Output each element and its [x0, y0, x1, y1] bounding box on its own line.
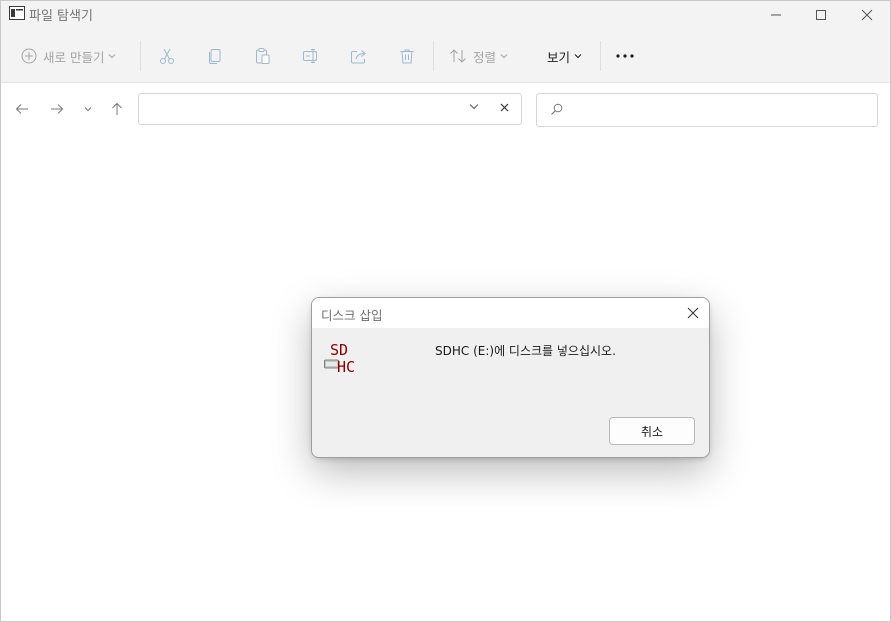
more-options-button[interactable] — [615, 43, 635, 69]
arrow-up-icon — [112, 102, 122, 115]
minimize-button[interactable] — [753, 1, 799, 29]
plus-circle-icon — [21, 48, 37, 64]
up-button[interactable] — [107, 100, 127, 118]
close-icon[interactable] — [686, 306, 700, 320]
maximize-icon — [816, 10, 826, 20]
rename-icon — [303, 49, 317, 63]
sort-icon — [450, 49, 466, 63]
command-bar: 새로 만들기 정렬 보기 — [1, 29, 890, 83]
arrow-right-icon — [51, 104, 64, 114]
dialog-message: SDHC (E:)에 디스크를 넣으십시오. — [435, 344, 616, 358]
insert-disk-dialog: 디스크 삽입 SD HC SDHC (E:)에 디스크를 넣으십시오. 취소 — [311, 297, 710, 458]
share-button[interactable] — [350, 43, 368, 69]
title-bar[interactable]: 파일 탐색기 — [1, 1, 890, 29]
view-button-label: 보기 — [547, 49, 571, 65]
cut-button[interactable] — [158, 43, 176, 69]
sd-card-icon: SD HC — [324, 341, 355, 376]
window-title: 파일 탐색기 — [29, 9, 93, 24]
new-button[interactable]: 새로 만들기 — [21, 43, 116, 69]
paste-icon — [256, 48, 270, 64]
file-explorer-app-icon — [9, 6, 25, 20]
cut-icon — [160, 48, 174, 64]
dialog-body: SD HC SDHC (E:)에 디스크를 넣으십시오. 취소 — [312, 328, 709, 457]
sd-card-icon-label-top: SD — [330, 341, 348, 359]
maximize-button[interactable] — [798, 1, 844, 29]
new-button-label: 새로 만들기 — [43, 49, 105, 65]
search-box[interactable] — [536, 93, 878, 127]
toolbar-separator — [140, 41, 141, 71]
address-input[interactable] — [147, 98, 447, 120]
minimize-icon — [771, 14, 781, 16]
copy-button[interactable] — [206, 43, 224, 69]
clear-icon[interactable] — [500, 103, 509, 112]
back-button[interactable] — [12, 100, 32, 118]
cancel-button[interactable]: 취소 — [609, 417, 695, 445]
rename-button[interactable] — [302, 43, 320, 69]
chevron-down-icon[interactable] — [469, 103, 479, 110]
dialog-title: 디스크 삽입 — [321, 308, 383, 323]
close-icon — [861, 9, 873, 21]
share-icon — [351, 50, 366, 64]
address-bar[interactable] — [138, 93, 522, 125]
view-button[interactable]: 보기 — [541, 43, 582, 69]
dialog-title-bar[interactable]: 디스크 삽입 — [312, 298, 709, 328]
arrow-left-icon — [15, 104, 28, 114]
delete-button[interactable] — [398, 43, 416, 69]
chevron-down-icon — [574, 54, 582, 59]
sort-button-label: 정렬 — [473, 49, 497, 65]
search-icon — [551, 103, 563, 115]
recent-locations-button[interactable] — [78, 100, 98, 118]
toolbar-separator — [600, 41, 601, 71]
address-row — [1, 83, 890, 135]
chevron-down-icon — [500, 54, 508, 59]
close-window-button[interactable] — [844, 1, 890, 29]
chevron-down-icon — [109, 54, 116, 59]
sort-button[interactable]: 정렬 — [449, 43, 508, 69]
toolbar-separator — [433, 41, 434, 71]
paste-button[interactable] — [254, 43, 272, 69]
forward-button[interactable] — [47, 100, 67, 118]
copy-icon — [209, 49, 221, 64]
more-icon — [616, 54, 634, 58]
sd-card-icon-label-bottom: HC — [337, 358, 355, 376]
trash-icon — [400, 49, 414, 64]
search-input[interactable] — [571, 98, 861, 120]
chevron-down-icon — [84, 107, 92, 112]
